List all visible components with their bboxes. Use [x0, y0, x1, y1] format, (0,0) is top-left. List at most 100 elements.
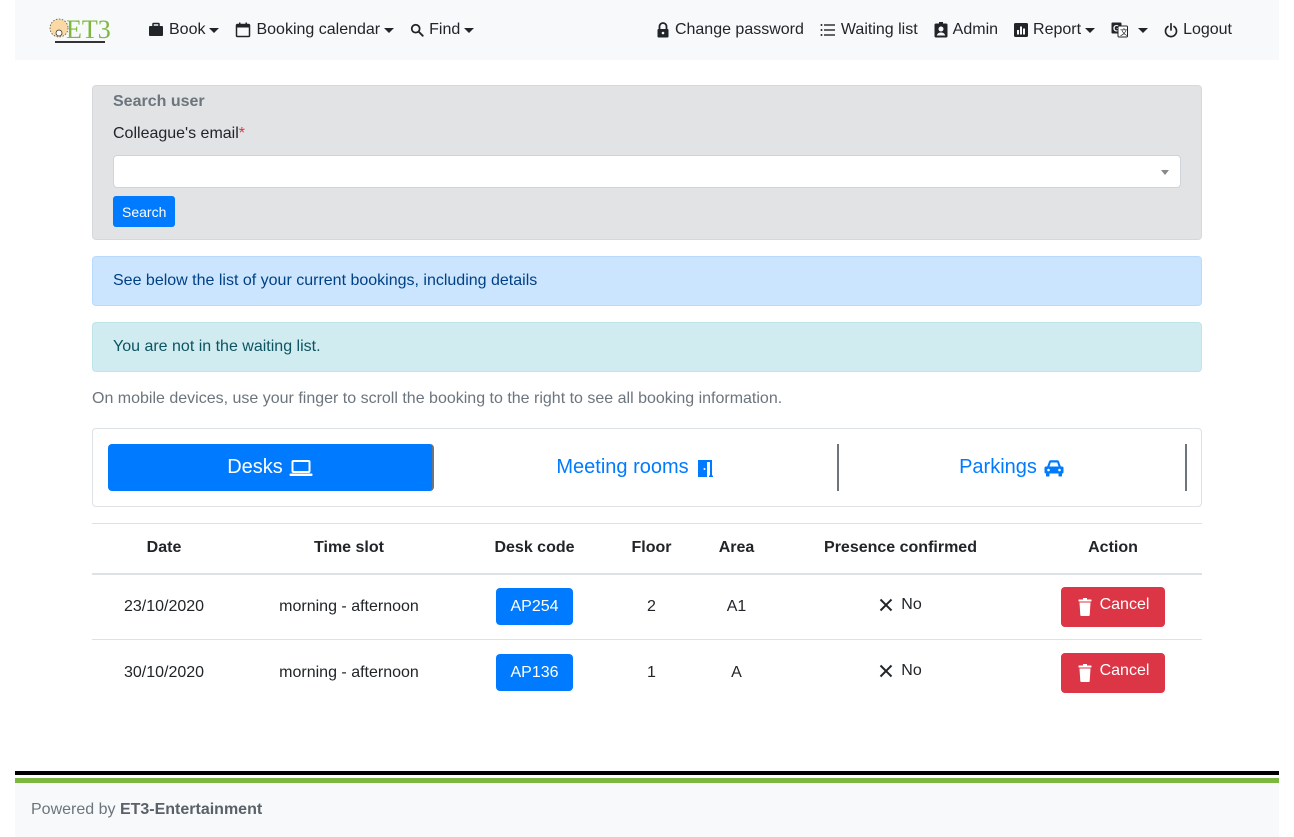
header-presence-confirmed: Presence confirmed: [777, 523, 1024, 575]
brand-logo[interactable]: ET3: [47, 14, 115, 46]
navbar: ET3 Book Booking calendar Find Change pa…: [15, 0, 1279, 60]
power-icon: [1164, 22, 1178, 37]
cancel-booking-button[interactable]: Cancel: [1060, 586, 1166, 627]
presence-value: No: [901, 662, 922, 680]
trash-icon: [1078, 597, 1092, 616]
caret-down-icon: [384, 27, 395, 33]
search-button[interactable]: Search: [113, 196, 176, 227]
tab-parkings[interactable]: Parkings: [837, 444, 1187, 491]
bar-chart-icon: [1014, 23, 1029, 37]
cell-action: Cancel: [1024, 573, 1202, 640]
nav-report-label: Report: [1033, 21, 1082, 38]
select-arrow-icon: [1161, 170, 1169, 175]
translate-icon: G文: [1111, 22, 1129, 38]
presence-status: No: [879, 596, 922, 614]
search-user-title: Search user: [113, 93, 205, 110]
nav-report[interactable]: Report: [1006, 21, 1103, 39]
cell-date: 23/10/2020: [92, 573, 236, 640]
cancel-label: Cancel: [1099, 595, 1150, 613]
nav-waiting-list-label: Waiting list: [840, 21, 918, 38]
tab-parkings-label: Parkings: [959, 456, 1037, 478]
cell-action: Cancel: [1024, 639, 1202, 706]
cell-area: A: [696, 639, 777, 706]
resource-tabs: Desks Meeting rooms Parkings: [92, 428, 1202, 507]
nav-admin[interactable]: Admin: [926, 21, 1006, 39]
header-date: Date: [92, 523, 236, 575]
nav-change-password-label: Change password: [674, 21, 804, 38]
cell-floor: 2: [607, 573, 696, 640]
search-icon: [410, 23, 424, 37]
nav-find[interactable]: Find: [402, 21, 482, 39]
lock-icon: [657, 22, 669, 38]
trash-icon: [1078, 663, 1092, 682]
desk-code-button[interactable]: AP254: [496, 588, 573, 626]
nav-waiting-list[interactable]: Waiting list: [812, 21, 926, 39]
car-icon: [1044, 459, 1064, 476]
required-mark: *: [238, 125, 246, 142]
waiting-list-text: You are not in the waiting list.: [113, 338, 321, 355]
cell-desk-code: AP136: [462, 639, 607, 706]
tab-meeting-rooms-label: Meeting rooms: [556, 456, 689, 478]
caret-down-icon: [464, 27, 475, 33]
footer: Powered by ET3-Entertainment: [15, 783, 1279, 837]
header-floor: Floor: [607, 523, 696, 575]
tab-desks[interactable]: Desks: [108, 444, 434, 491]
tab-desks-label: Desks: [227, 456, 283, 478]
colleague-email-label: Colleague's email*: [113, 125, 245, 143]
mobile-hint: On mobile devices, use your finger to sc…: [92, 390, 783, 407]
laptop-icon: [289, 459, 313, 476]
nav-logout-label: Logout: [1183, 21, 1232, 38]
list-icon: [820, 24, 835, 36]
presence-status: No: [879, 662, 922, 680]
desk-code-button[interactable]: AP136: [496, 654, 573, 692]
nav-language[interactable]: G文: [1103, 22, 1156, 38]
cancel-booking-button[interactable]: Cancel: [1060, 652, 1166, 693]
colleague-email-select[interactable]: [113, 155, 1181, 188]
cell-time-slot: morning - afternoon: [236, 573, 462, 640]
nav-booking-calendar-label: Booking calendar: [256, 21, 381, 38]
table-row: 23/10/2020 morning - afternoon AP254 2 A…: [92, 573, 1202, 640]
svg-text:文: 文: [1120, 27, 1128, 37]
cell-date: 30/10/2020: [92, 639, 236, 706]
calendar-icon: [236, 22, 251, 38]
header-time-slot: Time slot: [236, 523, 462, 575]
header-area: Area: [696, 523, 777, 575]
header-action: Action: [1024, 523, 1202, 575]
nav-booking-calendar[interactable]: Booking calendar: [227, 21, 402, 39]
briefcase-icon: [149, 22, 163, 36]
nav-find-label: Find: [429, 21, 461, 38]
caret-down-icon: [1085, 27, 1096, 33]
cell-presence: No: [777, 639, 1024, 706]
footer-prefix: Powered by: [31, 801, 120, 818]
caret-down-icon: [1138, 27, 1149, 33]
cell-desk-code: AP254: [462, 573, 607, 640]
table-row: 30/10/2020 morning - afternoon AP136 1 A…: [92, 639, 1202, 706]
nav-change-password[interactable]: Change password: [648, 21, 812, 39]
x-icon: [880, 665, 893, 678]
caret-down-icon: [209, 27, 220, 33]
presence-value: No: [901, 596, 922, 614]
nav-book[interactable]: Book: [140, 21, 227, 39]
footer-company-link[interactable]: ET3-Entertainment: [120, 801, 262, 818]
cell-presence: No: [777, 573, 1024, 640]
cancel-label: Cancel: [1099, 661, 1150, 679]
x-icon: [880, 599, 893, 612]
bookings-table: Date Time slot Desk code Floor Area Pres…: [92, 523, 1202, 706]
nav-book-label: Book: [169, 21, 206, 38]
header-desk-code: Desk code: [462, 523, 607, 575]
cell-time-slot: morning - afternoon: [236, 639, 462, 706]
bookings-info-text: See below the list of your current booki…: [113, 272, 538, 289]
cell-area: A1: [696, 573, 777, 640]
cell-floor: 1: [607, 639, 696, 706]
person-badge-icon: [934, 22, 948, 38]
colleague-email-label-text: Colleague's email: [113, 125, 239, 142]
search-user-card: Search user Colleague's email* Search: [92, 85, 1202, 240]
nav-admin-label: Admin: [952, 21, 999, 38]
brand-text: ET3: [66, 15, 111, 44]
waiting-list-alert: You are not in the waiting list.: [92, 322, 1202, 372]
footer-divider-black: [15, 771, 1279, 775]
nav-logout[interactable]: Logout: [1156, 21, 1240, 39]
door-icon: [697, 459, 713, 477]
tab-meeting-rooms[interactable]: Meeting rooms: [434, 444, 837, 491]
table-header-row: Date Time slot Desk code Floor Area Pres…: [92, 523, 1202, 575]
